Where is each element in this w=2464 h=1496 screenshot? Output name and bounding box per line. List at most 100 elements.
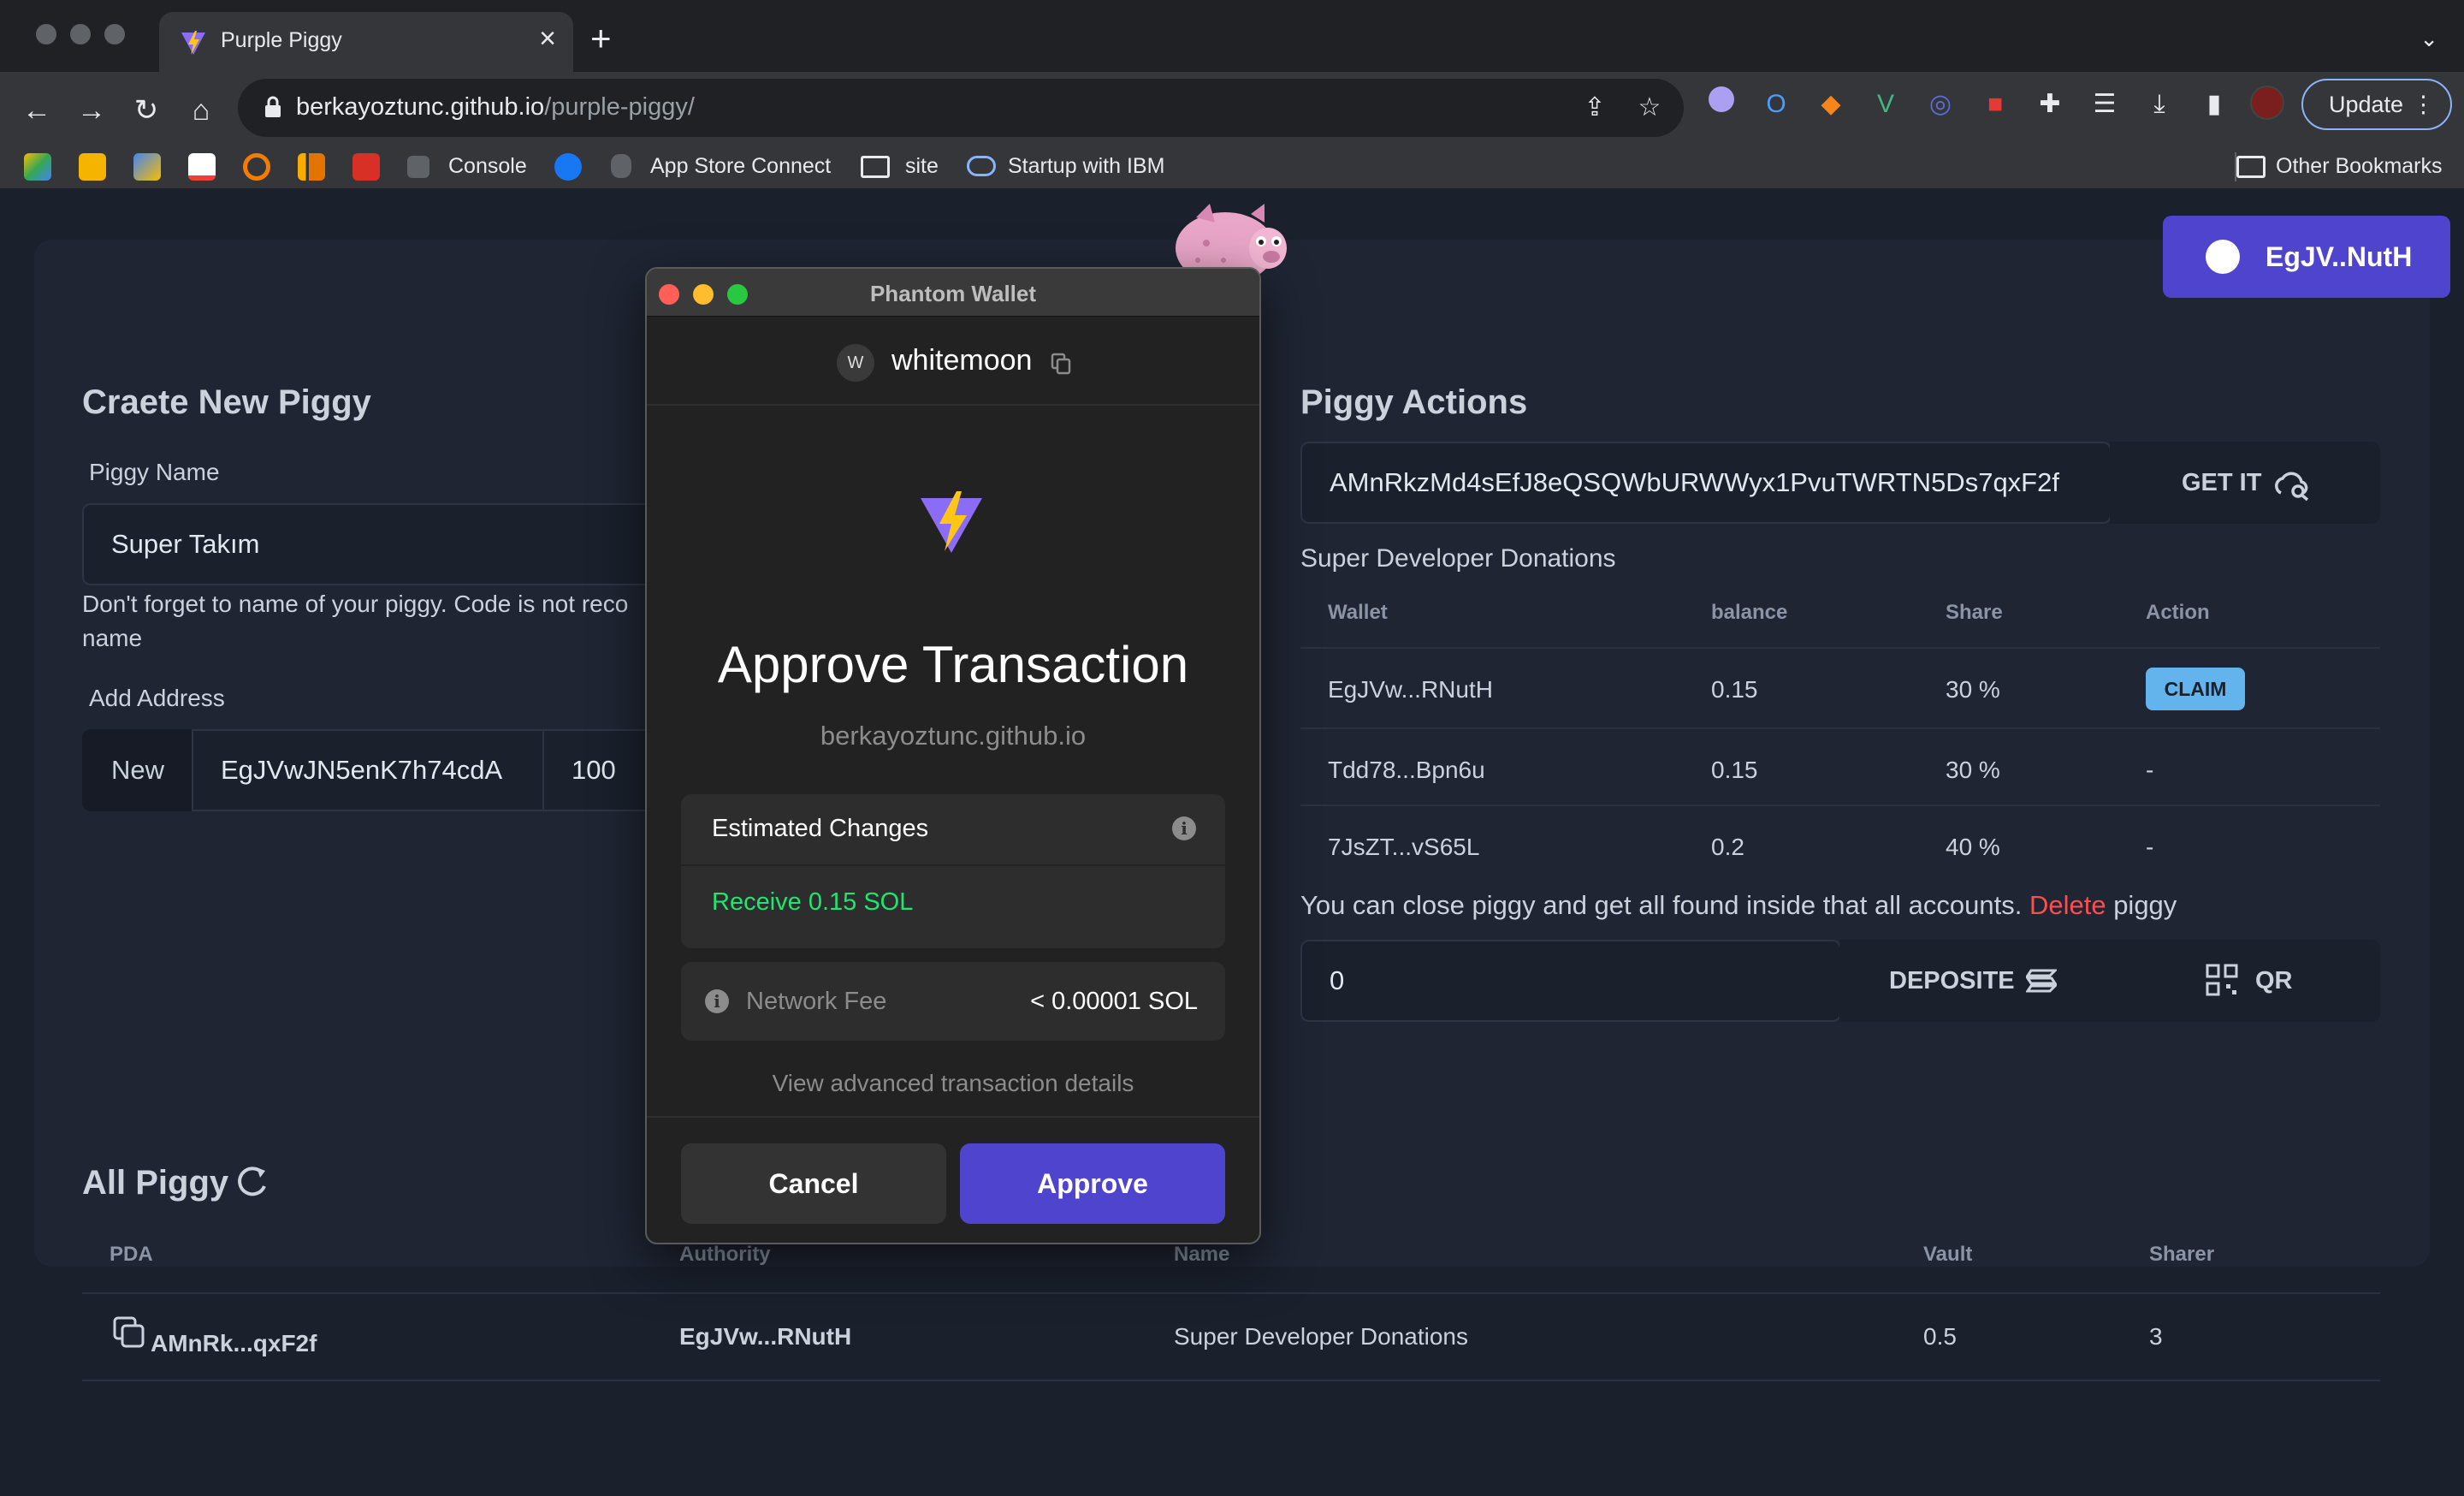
bookmark-site[interactable]: site [905, 154, 939, 179]
google-ads-bookmark-icon[interactable] [133, 153, 161, 181]
network-fee-value: < 0.00001 SOL [1030, 988, 1198, 1015]
piggy-actions-title: Piggy Actions [1300, 383, 1528, 421]
google-drive-bookmark-icon[interactable] [24, 153, 51, 181]
lock-extension-icon[interactable]: ■ [1976, 86, 2014, 123]
update-button[interactable]: Update ⋮ [2301, 79, 2452, 130]
estimated-changes-box: Estimated Changes i Receive 0.15 SOL [681, 794, 1225, 948]
approve-button[interactable]: Approve [960, 1143, 1225, 1224]
close-piggy-sentence: You can close piggy and get all found in… [1300, 890, 2023, 920]
cloud-bookmark-icon [967, 156, 996, 176]
row2-action: - [2146, 757, 2154, 783]
deposit-amount-input[interactable]: 0 [1300, 940, 1841, 1022]
firebase-bookmark-icon[interactable] [79, 153, 106, 181]
refresh-icon[interactable] [233, 1164, 270, 1202]
table-divider [1300, 727, 2380, 729]
profile-avatar[interactable] [2248, 86, 2286, 123]
row2-share: 30 % [1946, 757, 2000, 783]
piggy-name-label: Piggy Name [89, 459, 220, 485]
phantom-extension-icon[interactable] [1703, 86, 1740, 123]
side-panel-icon[interactable]: ▮ [2195, 86, 2233, 123]
get-it-button[interactable]: GET IT [2110, 442, 2380, 524]
account-name: whitemoon [891, 344, 1033, 377]
browser-tab[interactable]: Purple Piggy × [159, 12, 573, 72]
table-divider [82, 1292, 2380, 1294]
deposite-button[interactable]: DEPOSITE [1839, 940, 2110, 1022]
wallet-connect-button[interactable]: EgJV..NutH [2163, 216, 2450, 298]
new-tab-icon[interactable]: + [590, 21, 612, 56]
bookmark-other[interactable]: Other Bookmarks [2276, 154, 2443, 179]
piggy-name-helper-line1: Don't forget to name of your piggy. Code… [82, 591, 629, 617]
share-input[interactable]: 100 [542, 729, 662, 811]
reading-list-icon[interactable]: ☰ [2086, 86, 2123, 123]
pda-input[interactable]: AMnRkzMd4sEfJ8eQSQWbURWWyx1PvuTWRTN5Ds7q… [1300, 442, 2112, 524]
piggy-row-pda: AMnRk...qxF2f [151, 1330, 317, 1356]
window-close-dot[interactable] [36, 24, 56, 45]
extension-circle-icon[interactable]: ◎ [1922, 86, 1959, 123]
back-icon[interactable]: ← [17, 91, 56, 130]
share-icon[interactable]: ⇪ [1578, 91, 1612, 125]
bookmark-app-store-connect[interactable]: App Store Connect [650, 154, 831, 179]
tab-close-icon[interactable]: × [539, 24, 556, 53]
analytics-ring-bookmark-icon[interactable] [243, 153, 270, 181]
row1-share: 30 % [1946, 676, 2000, 703]
metamask-extension-icon[interactable]: ◆ [1812, 86, 1850, 123]
opera-extension-icon[interactable]: O [1757, 86, 1795, 123]
delete-link[interactable]: Delete [2029, 890, 2106, 920]
cancel-button[interactable]: Cancel [681, 1143, 946, 1224]
phantom-ghost-icon [2206, 240, 2240, 274]
table-divider [82, 1380, 2380, 1381]
window-zoom-dot[interactable] [104, 24, 125, 45]
wallet-button-label: EgJV..NutH [2266, 241, 2413, 272]
address-input[interactable]: EgJVwJN5enK7h74cdA [192, 729, 544, 811]
chart-bookmark-icon[interactable] [352, 153, 380, 181]
google-analytics-bookmark-icon[interactable] [298, 153, 325, 181]
approve-heading: Approve Transaction [717, 636, 1189, 693]
row1-balance: 0.15 [1711, 676, 1758, 703]
bookmark-star-icon[interactable]: ☆ [1632, 91, 1667, 125]
url-text: berkayoztunc.github.io/purple-piggy/ [296, 93, 695, 122]
folder-icon [861, 156, 890, 178]
url-path: /purple-piggy/ [544, 93, 695, 121]
estimated-changes-title: Estimated Changes [712, 815, 929, 842]
qr-button[interactable]: QR [2110, 940, 2380, 1022]
copy-address-icon[interactable] [1051, 353, 1071, 375]
popup-footer: Cancel Approve [647, 1116, 1259, 1243]
console-bookmark-icon [407, 156, 429, 178]
receive-amount: Receive 0.15 SOL [712, 888, 914, 916]
new-address-addon[interactable]: New [82, 729, 193, 811]
popup-titlebar: Phantom Wallet [647, 269, 1259, 317]
row1-wallet: EgJVw...RNutH [1328, 676, 1493, 703]
advanced-details-link[interactable]: View advanced transaction details [647, 1070, 1259, 1097]
home-icon[interactable]: ⌂ [181, 91, 221, 130]
reload-icon[interactable]: ↻ [127, 91, 166, 130]
fee-info-icon[interactable]: i [705, 989, 729, 1013]
copy-icon[interactable] [113, 1316, 145, 1349]
vue-devtools-icon[interactable]: V [1867, 86, 1904, 123]
piggy-name-text: Super Developer Donations [1300, 544, 1616, 573]
forward-icon[interactable]: → [72, 91, 111, 130]
bookmarks-bar: Console App Store Connect site Startup w… [0, 139, 2464, 193]
more-menu-icon[interactable]: ⋮ [2412, 80, 2435, 128]
facebook-bookmark-icon[interactable] [554, 153, 582, 181]
claim-button[interactable]: CLAIM [2146, 668, 2245, 710]
extensions-puzzle-icon[interactable]: ✚ [2031, 86, 2069, 123]
address-bar[interactable]: berkayoztunc.github.io/purple-piggy/ ⇪ ☆ [238, 79, 1684, 137]
tab-search-chevron-icon[interactable]: ⌄ [2420, 26, 2438, 52]
col-action: Action [2146, 601, 2210, 624]
download-icon[interactable]: ⤓ [2141, 86, 2178, 123]
apple-bookmark-icon [611, 154, 631, 178]
col-authority: Authority [679, 1243, 771, 1266]
bookmark-startup-ibm[interactable]: Startup with IBM [1008, 154, 1164, 179]
cloud-search-icon [2275, 472, 2309, 502]
piggy-row-vault: 0.5 [1923, 1323, 1957, 1350]
browser-toolbar: ← → ↻ ⌂ berkayoztunc.github.io/purple-pi… [0, 72, 2464, 200]
row3-share: 40 % [1946, 834, 2000, 860]
info-icon[interactable]: i [1172, 816, 1196, 840]
gmail-bookmark-icon[interactable] [188, 153, 216, 181]
piggy-name-input[interactable]: Super Takım [82, 503, 681, 585]
col-sharer: Sharer [2149, 1243, 2215, 1266]
table-divider [1300, 647, 2380, 649]
window-minimize-dot[interactable] [70, 24, 91, 45]
row2-balance: 0.15 [1711, 757, 1758, 783]
bookmark-console[interactable]: Console [448, 154, 527, 179]
